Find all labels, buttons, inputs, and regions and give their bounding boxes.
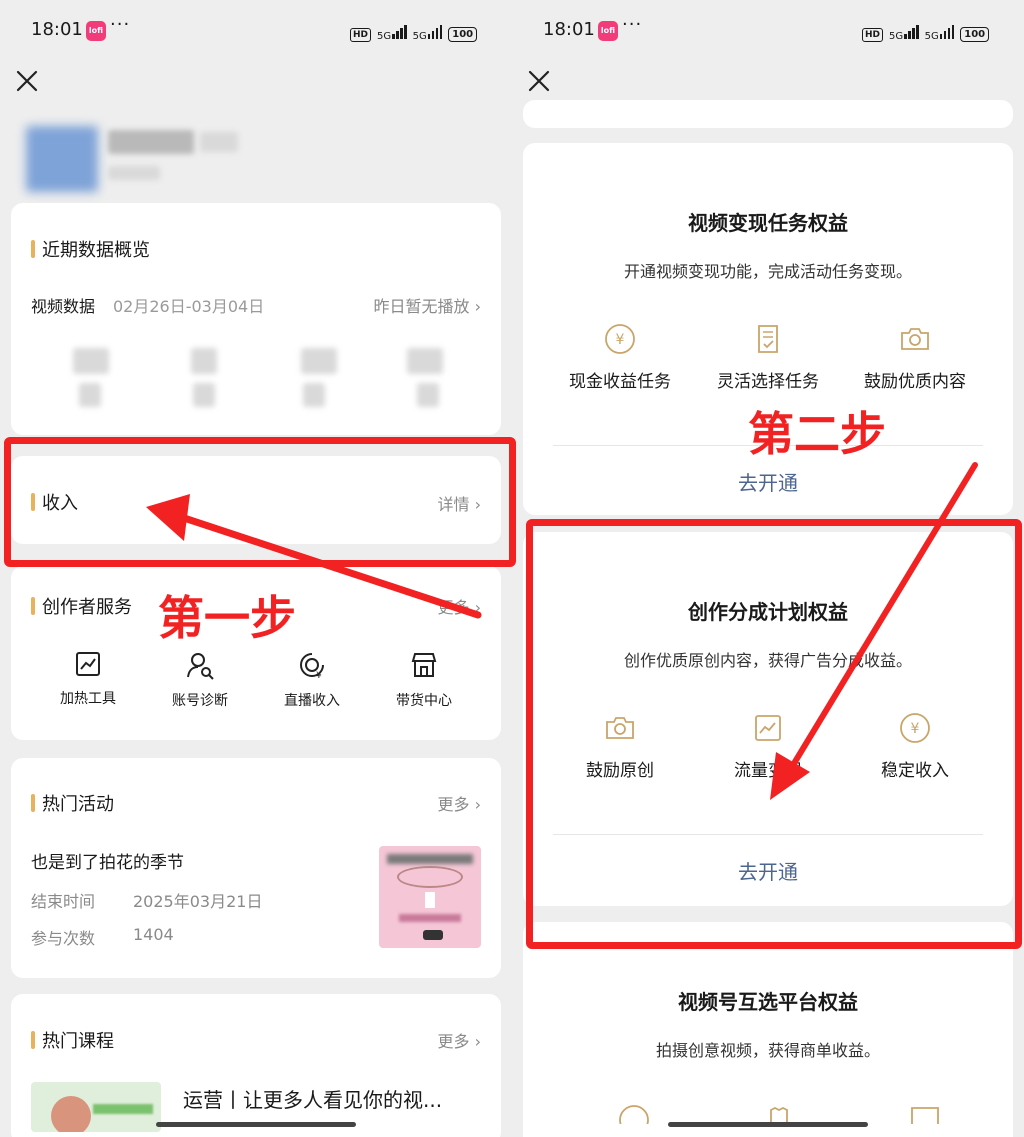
close-icon[interactable] (524, 66, 554, 96)
document-icon (911, 1107, 939, 1124)
trend-chart-icon (76, 652, 100, 676)
service-label: 加热工具 (60, 691, 116, 707)
close-icon[interactable] (12, 66, 42, 96)
signal-5g-2: 5G (413, 25, 443, 42)
live-income-icon: ¥ (300, 653, 324, 680)
service-heat-tool[interactable]: 加热工具 (33, 650, 143, 708)
profile-name-blurred (108, 130, 194, 154)
stat-value-blurred (301, 348, 337, 374)
service-sales-center[interactable]: 带货中心 (369, 650, 479, 710)
participation-value: 1404 (133, 925, 174, 944)
date-range: 02月26日-03月04日 (113, 297, 265, 316)
video-monetize-open-button[interactable]: 去开通 (523, 467, 1013, 496)
step2-label: 第二步 (748, 407, 886, 461)
hd-icon: HD (350, 28, 372, 42)
stat-value-blurred (191, 348, 217, 374)
no-play-link[interactable]: 昨日暂无播放 › (374, 293, 482, 317)
signal-5g-2: 5G (925, 25, 955, 42)
service-account-diagnosis[interactable]: 账号诊断 (145, 650, 255, 710)
svg-text:¥: ¥ (616, 332, 625, 348)
benefit-label: 灵活选择任务 (717, 372, 819, 392)
mutual-select-card: 视频号互选平台权益 拍摄创意视频，获得商单收益。 (523, 922, 1013, 1137)
video-monetize-title: 视频变现任务权益 (688, 211, 848, 235)
store-icon (411, 653, 437, 677)
service-label: 带货中心 (396, 693, 452, 709)
hot-course-more[interactable]: 更多 › (438, 1028, 482, 1052)
document-check-icon (758, 325, 778, 353)
yen-circle-icon (619, 1105, 649, 1124)
course-title: 运营丨让更多人看见你的视... (183, 1088, 443, 1112)
benefit-label: 现金收益任务 (569, 372, 671, 392)
profile-name-blurred-2 (200, 132, 238, 152)
stat-label-blurred (303, 383, 325, 407)
activity-name: 也是到了拍花的季节 (31, 853, 184, 873)
mutual-select-title: 视频号互选平台权益 (678, 990, 858, 1014)
svg-text:¥: ¥ (316, 671, 322, 680)
hot-activity-title: 热门活动 (31, 790, 114, 816)
creator-services-title: 创作者服务 (31, 593, 132, 619)
signal-5g-1: 5G (889, 25, 919, 42)
step2-highlight-box (526, 519, 1022, 949)
hd-icon: HD (862, 28, 884, 42)
benefit-cash-task: ¥ 现金收益任务 (550, 323, 690, 392)
avatar (26, 126, 98, 192)
creator-services-more[interactable]: 更多 › (438, 594, 482, 618)
app-badge-icon: lofi (86, 21, 106, 41)
stat-value-blurred (73, 348, 109, 374)
stat-label-blurred (193, 383, 215, 407)
stat-label-blurred (417, 383, 439, 407)
activity-thumbnail[interactable] (379, 846, 481, 948)
user-search-icon (187, 653, 214, 680)
hand-icon (770, 1106, 788, 1124)
overview-card: 近期数据概览 视频数据 02月26日-03月04日 昨日暂无播放 › (11, 203, 501, 435)
signal-5g-1: 5G (377, 25, 407, 42)
signal-indicators: HD 5G 5G 100 (862, 20, 990, 42)
overview-title: 近期数据概览 (31, 236, 150, 262)
benefit-quality-content: 鼓励优质内容 (845, 323, 985, 392)
previous-card-edge (523, 100, 1013, 128)
status-time: 18:01 (543, 19, 595, 40)
camera-icon (901, 328, 929, 350)
hot-activity-more[interactable]: 更多 › (438, 791, 482, 815)
benefit-label: 鼓励优质内容 (864, 372, 966, 392)
hot-course-card[interactable]: 热门课程 更多 › 运营丨让更多人看见你的视... (11, 994, 501, 1137)
step1-label: 第一步 (158, 591, 296, 645)
app-badge-icon: lofi (598, 21, 618, 41)
mutual-select-desc: 拍摄创意视频，获得商单收益。 (655, 1041, 880, 1060)
profile-sub-blurred (108, 166, 160, 180)
participation-label: 参与次数 (31, 929, 96, 948)
status-more: ··· (110, 14, 131, 35)
battery-icon: 100 (448, 27, 478, 42)
benefit-flexible-task: 灵活选择任务 (698, 323, 838, 392)
home-indicator[interactable] (156, 1122, 356, 1127)
status-bar: 18:01 lofi ··· HD 5G 5G 100 (0, 0, 512, 60)
course-thumbnail[interactable] (31, 1082, 161, 1132)
step1-highlight-box (4, 437, 516, 567)
end-time-value: 2025年03月21日 (133, 892, 263, 911)
yen-circle-icon: ¥ (605, 324, 635, 354)
home-indicator[interactable] (668, 1122, 868, 1127)
end-time-label: 结束时间 (31, 892, 96, 911)
status-bar: 18:01 lofi ··· HD 5G 5G 100 (512, 0, 1024, 60)
status-time: 18:01 (31, 19, 83, 40)
stat-value-blurred (407, 348, 443, 374)
left-phone-screen: 18:01 lofi ··· HD 5G 5G 100 近期数据概览 视频数据 … (0, 0, 512, 1137)
signal-indicators: HD 5G 5G 100 (350, 20, 478, 42)
hot-course-title: 热门课程 (31, 1027, 114, 1053)
service-label: 账号诊断 (172, 693, 228, 709)
hot-activity-card[interactable]: 热门活动 更多 › 也是到了拍花的季节 结束时间 2025年03月21日 参与次… (11, 758, 501, 978)
service-live-income[interactable]: ¥ 直播收入 (257, 650, 367, 710)
video-data-label: 视频数据 (31, 297, 96, 316)
service-label: 直播收入 (284, 693, 340, 709)
video-monetize-desc: 开通视频变现功能，完成活动任务变现。 (623, 262, 912, 281)
battery-icon: 100 (960, 27, 990, 42)
stat-label-blurred (79, 383, 101, 407)
status-more: ··· (622, 14, 643, 35)
